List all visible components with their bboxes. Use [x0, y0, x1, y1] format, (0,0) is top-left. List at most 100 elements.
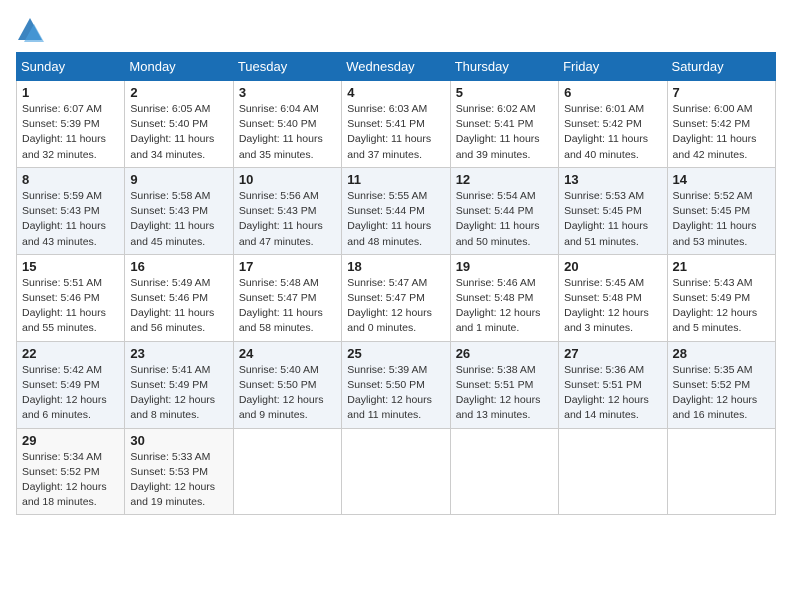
day-cell: 19 Sunrise: 5:46 AM Sunset: 5:48 PM Dayli… [450, 254, 558, 341]
day-number: 20 [564, 259, 661, 274]
day-number: 26 [456, 346, 553, 361]
day-info: Sunrise: 5:46 AM Sunset: 5:48 PM Dayligh… [456, 276, 553, 337]
day-info: Sunrise: 5:38 AM Sunset: 5:51 PM Dayligh… [456, 363, 553, 424]
day-number: 17 [239, 259, 336, 274]
day-number: 4 [347, 85, 444, 100]
day-cell: 16 Sunrise: 5:49 AM Sunset: 5:46 PM Dayli… [125, 254, 233, 341]
day-cell: 10 Sunrise: 5:56 AM Sunset: 5:43 PM Dayli… [233, 167, 341, 254]
day-number: 10 [239, 172, 336, 187]
day-info: Sunrise: 5:45 AM Sunset: 5:48 PM Dayligh… [564, 276, 661, 337]
day-number: 24 [239, 346, 336, 361]
day-number: 2 [130, 85, 227, 100]
day-number: 23 [130, 346, 227, 361]
day-header-saturday: Saturday [667, 53, 775, 81]
day-info: Sunrise: 5:41 AM Sunset: 5:49 PM Dayligh… [130, 363, 227, 424]
day-cell [559, 428, 667, 515]
day-cell: 21 Sunrise: 5:43 AM Sunset: 5:49 PM Dayli… [667, 254, 775, 341]
day-header-sunday: Sunday [17, 53, 125, 81]
day-info: Sunrise: 6:05 AM Sunset: 5:40 PM Dayligh… [130, 102, 227, 163]
day-info: Sunrise: 5:54 AM Sunset: 5:44 PM Dayligh… [456, 189, 553, 250]
week-row-2: 8 Sunrise: 5:59 AM Sunset: 5:43 PM Daylig… [17, 167, 776, 254]
calendar-header-row: SundayMondayTuesdayWednesdayThursdayFrid… [17, 53, 776, 81]
day-cell: 20 Sunrise: 5:45 AM Sunset: 5:48 PM Dayli… [559, 254, 667, 341]
day-number: 9 [130, 172, 227, 187]
week-row-4: 22 Sunrise: 5:42 AM Sunset: 5:49 PM Dayli… [17, 341, 776, 428]
day-number: 29 [22, 433, 119, 448]
day-info: Sunrise: 5:33 AM Sunset: 5:53 PM Dayligh… [130, 450, 227, 511]
day-cell: 12 Sunrise: 5:54 AM Sunset: 5:44 PM Dayli… [450, 167, 558, 254]
day-cell: 29 Sunrise: 5:34 AM Sunset: 5:52 PM Dayli… [17, 428, 125, 515]
day-cell: 13Sunrise: 5:53 AM Sunset: 5:45 PM Dayli… [559, 167, 667, 254]
day-cell: 28 Sunrise: 5:35 AM Sunset: 5:52 PM Dayli… [667, 341, 775, 428]
day-cell: 5 Sunrise: 6:02 AM Sunset: 5:41 PM Daylig… [450, 81, 558, 168]
day-cell: 17Sunrise: 5:48 AM Sunset: 5:47 PM Dayli… [233, 254, 341, 341]
day-number: 25 [347, 346, 444, 361]
day-cell: 24Sunrise: 5:40 AM Sunset: 5:50 PM Dayli… [233, 341, 341, 428]
day-info: Sunrise: 5:36 AM Sunset: 5:51 PM Dayligh… [564, 363, 661, 424]
day-info: Sunrise: 6:01 AM Sunset: 5:42 PM Dayligh… [564, 102, 661, 163]
day-cell: 27 Sunrise: 5:36 AM Sunset: 5:51 PM Dayli… [559, 341, 667, 428]
day-number: 22 [22, 346, 119, 361]
day-number: 14 [673, 172, 770, 187]
day-number: 5 [456, 85, 553, 100]
day-cell: 22 Sunrise: 5:42 AM Sunset: 5:49 PM Dayli… [17, 341, 125, 428]
day-cell [667, 428, 775, 515]
day-info: Sunrise: 6:07 AM Sunset: 5:39 PM Dayligh… [22, 102, 119, 163]
day-info: Sunrise: 5:58 AM Sunset: 5:43 PM Dayligh… [130, 189, 227, 250]
day-number: 1 [22, 85, 119, 100]
page-header [16, 16, 776, 44]
day-cell: 1 Sunrise: 6:07 AM Sunset: 5:39 PM Daylig… [17, 81, 125, 168]
day-number: 16 [130, 259, 227, 274]
day-number: 8 [22, 172, 119, 187]
day-info: Sunrise: 5:35 AM Sunset: 5:52 PM Dayligh… [673, 363, 770, 424]
logo [16, 16, 48, 44]
day-info: Sunrise: 5:59 AM Sunset: 5:43 PM Dayligh… [22, 189, 119, 250]
day-cell: 23 Sunrise: 5:41 AM Sunset: 5:49 PM Dayli… [125, 341, 233, 428]
day-info: Sunrise: 5:47 AM Sunset: 5:47 PM Dayligh… [347, 276, 444, 337]
day-info: Sunrise: 5:55 AM Sunset: 5:44 PM Dayligh… [347, 189, 444, 250]
day-cell: 25 Sunrise: 5:39 AM Sunset: 5:50 PM Dayli… [342, 341, 450, 428]
day-cell: 9 Sunrise: 5:58 AM Sunset: 5:43 PM Daylig… [125, 167, 233, 254]
day-number: 6 [564, 85, 661, 100]
day-cell [450, 428, 558, 515]
day-info: Sunrise: 5:34 AM Sunset: 5:52 PM Dayligh… [22, 450, 119, 511]
day-info: Sunrise: 5:52 AM Sunset: 5:45 PM Dayligh… [673, 189, 770, 250]
day-cell: 30Sunrise: 5:33 AM Sunset: 5:53 PM Dayli… [125, 428, 233, 515]
calendar: SundayMondayTuesdayWednesdayThursdayFrid… [16, 52, 776, 515]
day-number: 12 [456, 172, 553, 187]
day-number: 7 [673, 85, 770, 100]
day-cell: 8 Sunrise: 5:59 AM Sunset: 5:43 PM Daylig… [17, 167, 125, 254]
logo-icon [16, 16, 44, 44]
day-cell: 3 Sunrise: 6:04 AM Sunset: 5:40 PM Daylig… [233, 81, 341, 168]
day-info: Sunrise: 5:49 AM Sunset: 5:46 PM Dayligh… [130, 276, 227, 337]
day-header-friday: Friday [559, 53, 667, 81]
day-cell: 4 Sunrise: 6:03 AM Sunset: 5:41 PM Daylig… [342, 81, 450, 168]
day-number: 28 [673, 346, 770, 361]
day-cell: 2 Sunrise: 6:05 AM Sunset: 5:40 PM Daylig… [125, 81, 233, 168]
day-cell: 14 Sunrise: 5:52 AM Sunset: 5:45 PM Dayli… [667, 167, 775, 254]
day-number: 19 [456, 259, 553, 274]
day-number: 3 [239, 85, 336, 100]
day-info: Sunrise: 5:43 AM Sunset: 5:49 PM Dayligh… [673, 276, 770, 337]
day-number: 21 [673, 259, 770, 274]
day-cell: 18 Sunrise: 5:47 AM Sunset: 5:47 PM Dayli… [342, 254, 450, 341]
day-cell [233, 428, 341, 515]
day-cell: 26 Sunrise: 5:38 AM Sunset: 5:51 PM Dayli… [450, 341, 558, 428]
day-info: Sunrise: 5:39 AM Sunset: 5:50 PM Dayligh… [347, 363, 444, 424]
day-cell: 11Sunrise: 5:55 AM Sunset: 5:44 PM Dayli… [342, 167, 450, 254]
day-cell: 15Sunrise: 5:51 AM Sunset: 5:46 PM Dayli… [17, 254, 125, 341]
day-number: 18 [347, 259, 444, 274]
day-cell: 6 Sunrise: 6:01 AM Sunset: 5:42 PM Daylig… [559, 81, 667, 168]
day-header-tuesday: Tuesday [233, 53, 341, 81]
day-info: Sunrise: 6:04 AM Sunset: 5:40 PM Dayligh… [239, 102, 336, 163]
day-info: Sunrise: 5:56 AM Sunset: 5:43 PM Dayligh… [239, 189, 336, 250]
day-info: Sunrise: 6:02 AM Sunset: 5:41 PM Dayligh… [456, 102, 553, 163]
day-number: 27 [564, 346, 661, 361]
week-row-3: 15Sunrise: 5:51 AM Sunset: 5:46 PM Dayli… [17, 254, 776, 341]
day-info: Sunrise: 5:51 AM Sunset: 5:46 PM Dayligh… [22, 276, 119, 337]
day-info: Sunrise: 6:03 AM Sunset: 5:41 PM Dayligh… [347, 102, 444, 163]
week-row-5: 29 Sunrise: 5:34 AM Sunset: 5:52 PM Dayli… [17, 428, 776, 515]
day-header-thursday: Thursday [450, 53, 558, 81]
day-info: Sunrise: 5:42 AM Sunset: 5:49 PM Dayligh… [22, 363, 119, 424]
day-info: Sunrise: 6:00 AM Sunset: 5:42 PM Dayligh… [673, 102, 770, 163]
